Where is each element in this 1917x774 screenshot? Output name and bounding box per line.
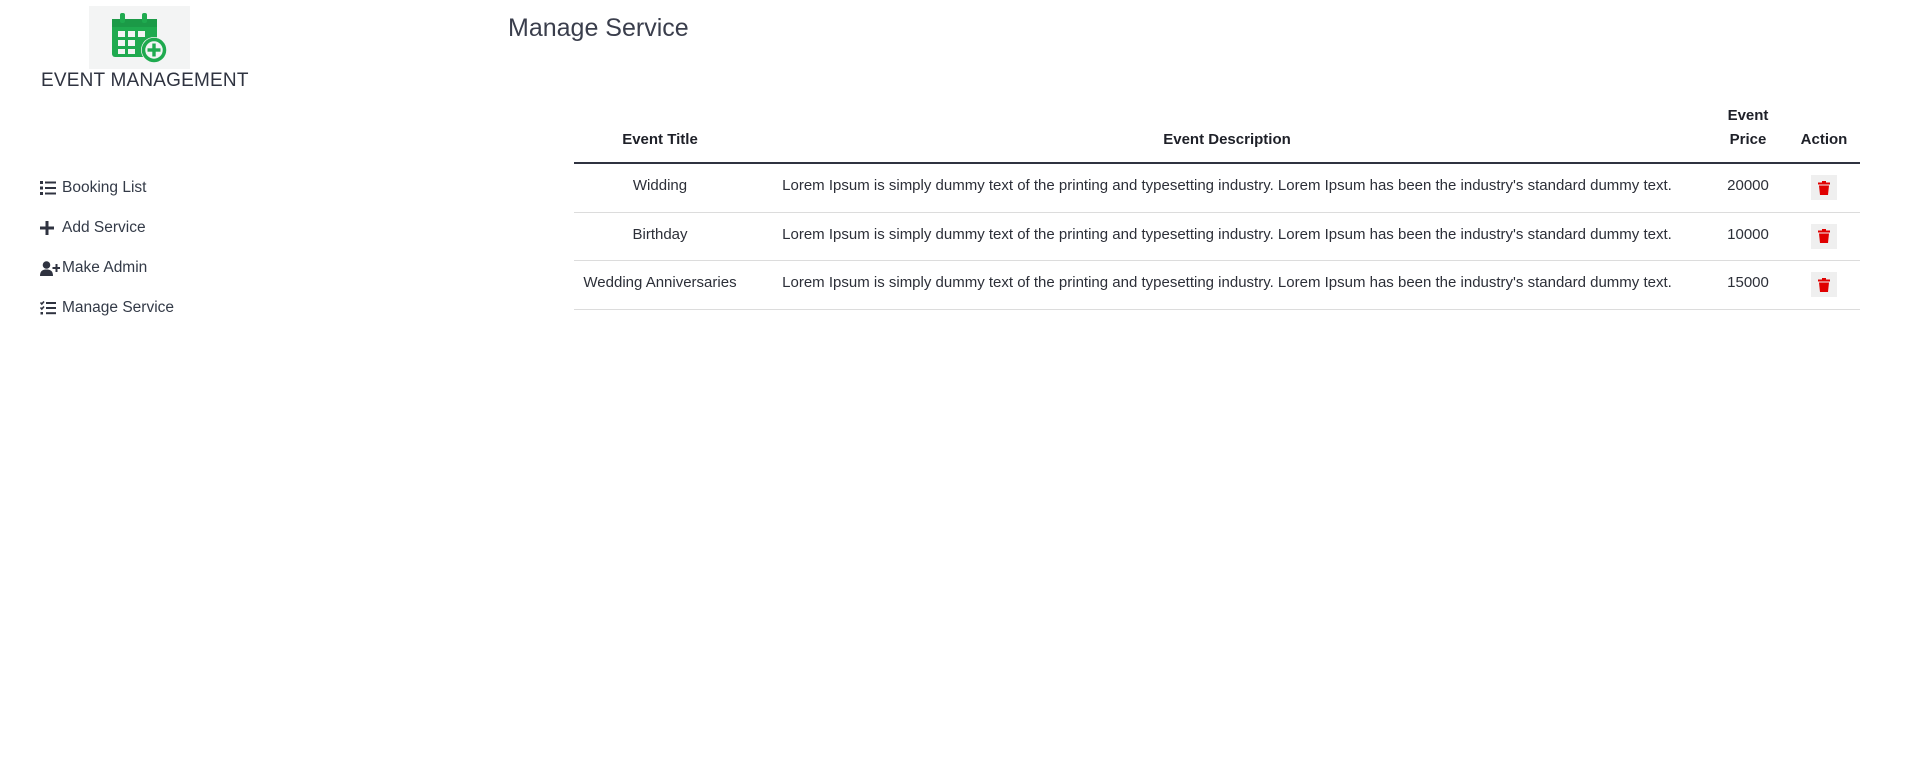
services-table-container: Event Title Event Description Event Pric… (574, 104, 1860, 310)
brand-logo[interactable] (89, 6, 190, 69)
delete-button[interactable] (1811, 175, 1837, 200)
calendar-plus-icon (111, 12, 167, 63)
sidebar-item-label: Manage Service (62, 299, 175, 316)
table-row: Wedding Anniversaries Lorem Ipsum is sim… (574, 260, 1860, 310)
column-header-action: Action (1788, 104, 1860, 164)
table-row: Birthday Lorem Ipsum is simply dummy tex… (574, 212, 1860, 261)
sidebar-item-manage-service[interactable]: Manage Service (40, 288, 174, 328)
column-header-title: Event Title (574, 104, 746, 164)
checklist-icon (40, 301, 60, 315)
user-plus-icon (40, 260, 60, 276)
sidebar-item-label: Booking List (62, 179, 147, 196)
cell-action (1788, 260, 1860, 310)
cell-action (1788, 212, 1860, 261)
sidebar-item-make-admin[interactable]: Make Admin (40, 248, 174, 288)
brand-name: EVENT MANAGEMENT (41, 70, 249, 91)
trash-icon (1818, 229, 1830, 243)
services-table: Event Title Event Description Event Pric… (574, 104, 1860, 310)
page-title: Manage Service (508, 14, 689, 42)
trash-icon (1818, 180, 1830, 195)
sidebar-item-label: Add Service (62, 219, 146, 236)
list-icon (40, 181, 60, 195)
sidebar-item-booking-list[interactable]: Booking List (40, 168, 174, 208)
delete-button[interactable] (1811, 272, 1837, 297)
cell-title: Wedding Anniversaries (574, 260, 746, 310)
cell-action (1788, 163, 1860, 213)
table-header-row: Event Title Event Description Event Pric… (574, 104, 1860, 164)
sidebar-item-add-service[interactable]: Add Service (40, 208, 174, 248)
sidebar-item-label: Make Admin (62, 259, 148, 276)
cell-price: 20000 (1708, 163, 1788, 213)
cell-title: Birthday (574, 212, 746, 261)
delete-button[interactable] (1811, 223, 1837, 249)
plus-icon (40, 221, 60, 235)
trash-icon (1818, 277, 1830, 292)
sidebar: EVENT MANAGEMENT Booking List Add Servic… (0, 0, 480, 774)
cell-description: Lorem Ipsum is simply dummy text of the … (746, 163, 1708, 213)
cell-description: Lorem Ipsum is simply dummy text of the … (746, 260, 1708, 310)
cell-title: Widding (574, 163, 746, 213)
sidebar-nav: Booking List Add Service Make Admin Mana… (40, 168, 174, 328)
column-header-description: Event Description (746, 104, 1708, 164)
cell-price: 10000 (1708, 212, 1788, 261)
cell-description: Lorem Ipsum is simply dummy text of the … (746, 212, 1708, 261)
column-header-price: Event Price (1708, 104, 1788, 164)
table-row: Widding Lorem Ipsum is simply dummy text… (574, 163, 1860, 213)
cell-price: 15000 (1708, 260, 1788, 310)
